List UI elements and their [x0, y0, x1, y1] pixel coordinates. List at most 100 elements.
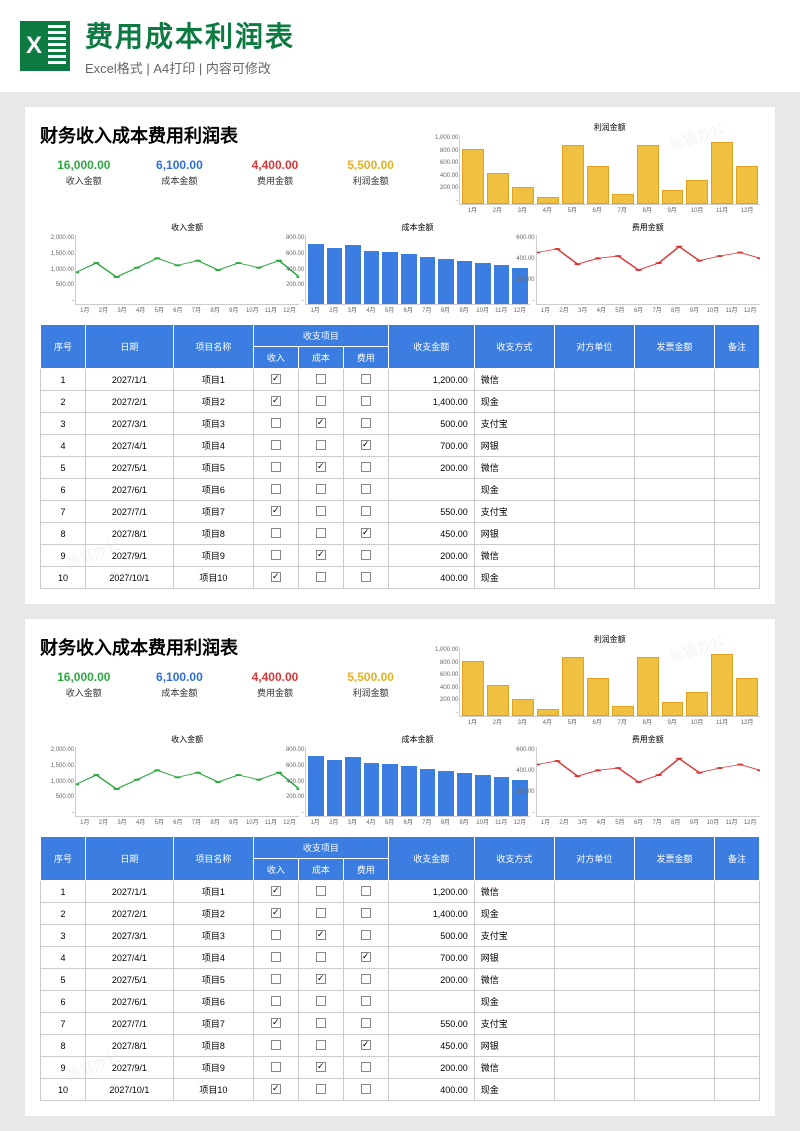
- summary-item: 6,100.00成本金额: [136, 158, 224, 187]
- table-row: 22027/2/1项目21,400.00现金: [41, 391, 760, 413]
- chart-利润金额: 利润金额1,000.00800.00600.00400.00200.00-1月2…: [459, 634, 760, 726]
- checkbox-cost[interactable]: [316, 440, 326, 450]
- sheet-title: 财务收入成本费用利润表: [40, 634, 414, 660]
- checkbox-cost[interactable]: [316, 908, 326, 918]
- chart-收入金额: 收入金额2,000.001,500.001,000.00500.00-1月2月3…: [75, 734, 299, 826]
- checkbox-cost[interactable]: [316, 952, 326, 962]
- summary-item: 4,400.00费用金额: [231, 158, 319, 187]
- checkbox-expense[interactable]: [361, 396, 371, 406]
- checkbox-income[interactable]: [271, 1062, 281, 1072]
- table-row: 42027/4/1项目4700.00网银: [41, 947, 760, 969]
- checkbox-income[interactable]: [271, 1084, 281, 1094]
- spreadsheet-page: 熊猫办公熊猫办公财务收入成本费用利润表16,000.00收入金额6,100.00…: [25, 619, 775, 1116]
- checkbox-cost[interactable]: [316, 1062, 326, 1072]
- checkbox-income[interactable]: [271, 440, 281, 450]
- table-row: 72027/7/1项目7550.00支付宝: [41, 501, 760, 523]
- excel-icon: X: [20, 21, 70, 71]
- checkbox-cost[interactable]: [316, 550, 326, 560]
- checkbox-expense[interactable]: [361, 1040, 371, 1050]
- page-header: X 费用成本利润表 Excel格式 | A4打印 | 内容可修改: [0, 0, 800, 92]
- checkbox-cost[interactable]: [316, 974, 326, 984]
- checkbox-cost[interactable]: [316, 462, 326, 472]
- checkbox-income[interactable]: [271, 930, 281, 940]
- checkbox-cost[interactable]: [316, 1040, 326, 1050]
- data-table: 序号日期项目名称收支项目收支金额收支方式对方单位发票金额备注收入成本费用1202…: [40, 836, 760, 1101]
- checkbox-income[interactable]: [271, 974, 281, 984]
- checkbox-cost[interactable]: [316, 930, 326, 940]
- checkbox-income[interactable]: [271, 418, 281, 428]
- checkbox-expense[interactable]: [361, 506, 371, 516]
- checkbox-income[interactable]: [271, 506, 281, 516]
- checkbox-income[interactable]: [271, 484, 281, 494]
- checkbox-expense[interactable]: [361, 550, 371, 560]
- checkbox-cost[interactable]: [316, 396, 326, 406]
- checkbox-expense[interactable]: [361, 528, 371, 538]
- chart-成本金额: 成本金额800.00600.00400.00200.00-1月2月3月4月5月6…: [305, 222, 529, 314]
- table-row: 52027/5/1项目5200.00微信: [41, 969, 760, 991]
- checkbox-expense[interactable]: [361, 996, 371, 1006]
- checkbox-expense[interactable]: [361, 572, 371, 582]
- table-row: 82027/8/1项目8450.00网银: [41, 523, 760, 545]
- checkbox-expense[interactable]: [361, 440, 371, 450]
- checkbox-expense[interactable]: [361, 952, 371, 962]
- table-row: 62027/6/1项目6现金: [41, 479, 760, 501]
- checkbox-income[interactable]: [271, 396, 281, 406]
- data-table: 序号日期项目名称收支项目收支金额收支方式对方单位发票金额备注收入成本费用1202…: [40, 324, 760, 589]
- table-row: 12027/1/1项目11,200.00微信: [41, 369, 760, 391]
- table-row: 102027/10/1项目10400.00现金: [41, 1079, 760, 1101]
- checkbox-expense[interactable]: [361, 1084, 371, 1094]
- chart-成本金额: 成本金额800.00600.00400.00200.00-1月2月3月4月5月6…: [305, 734, 529, 826]
- summary-item: 4,400.00费用金额: [231, 670, 319, 699]
- table-row: 102027/10/1项目10400.00现金: [41, 567, 760, 589]
- checkbox-expense[interactable]: [361, 462, 371, 472]
- chart-费用金额: 费用金额600.00400.00200.00-1月2月3月4月5月6月7月8月9…: [536, 222, 760, 314]
- checkbox-income[interactable]: [271, 572, 281, 582]
- checkbox-income[interactable]: [271, 374, 281, 384]
- checkbox-expense[interactable]: [361, 908, 371, 918]
- checkbox-cost[interactable]: [316, 1084, 326, 1094]
- summary-item: 5,500.00利润金额: [327, 670, 415, 699]
- summary-item: 16,000.00收入金额: [40, 158, 128, 187]
- checkbox-income[interactable]: [271, 528, 281, 538]
- table-row: 62027/6/1项目6现金: [41, 991, 760, 1013]
- checkbox-expense[interactable]: [361, 974, 371, 984]
- checkbox-income[interactable]: [271, 1040, 281, 1050]
- checkbox-expense[interactable]: [361, 930, 371, 940]
- checkbox-expense[interactable]: [361, 1062, 371, 1072]
- table-row: 92027/9/1项目9200.00微信: [41, 1057, 760, 1079]
- chart-利润金额: 利润金额1,000.00800.00600.00400.00200.00-1月2…: [459, 122, 760, 214]
- table-row: 42027/4/1项目4700.00网银: [41, 435, 760, 457]
- checkbox-cost[interactable]: [316, 418, 326, 428]
- checkbox-expense[interactable]: [361, 418, 371, 428]
- checkbox-income[interactable]: [271, 462, 281, 472]
- checkbox-cost[interactable]: [316, 506, 326, 516]
- chart-费用金额: 费用金额600.00400.00200.00-1月2月3月4月5月6月7月8月9…: [536, 734, 760, 826]
- summary-item: 16,000.00收入金额: [40, 670, 128, 699]
- summary-item: 5,500.00利润金额: [327, 158, 415, 187]
- spreadsheet-page: 熊猫办公熊猫办公财务收入成本费用利润表16,000.00收入金额6,100.00…: [25, 107, 775, 604]
- chart-收入金额: 收入金额2,000.001,500.001,000.00500.00-1月2月3…: [75, 222, 299, 314]
- checkbox-expense[interactable]: [361, 1018, 371, 1028]
- table-row: 32027/3/1项目3500.00支付宝: [41, 925, 760, 947]
- checkbox-income[interactable]: [271, 886, 281, 896]
- header-subtitle: Excel格式 | A4打印 | 内容可修改: [85, 58, 780, 77]
- checkbox-expense[interactable]: [361, 886, 371, 896]
- checkbox-cost[interactable]: [316, 996, 326, 1006]
- checkbox-cost[interactable]: [316, 484, 326, 494]
- checkbox-expense[interactable]: [361, 484, 371, 494]
- checkbox-income[interactable]: [271, 1018, 281, 1028]
- checkbox-cost[interactable]: [316, 572, 326, 582]
- checkbox-cost[interactable]: [316, 374, 326, 384]
- checkbox-cost[interactable]: [316, 528, 326, 538]
- checkbox-cost[interactable]: [316, 886, 326, 896]
- checkbox-income[interactable]: [271, 952, 281, 962]
- checkbox-income[interactable]: [271, 908, 281, 918]
- table-row: 52027/5/1项目5200.00微信: [41, 457, 760, 479]
- table-row: 32027/3/1项目3500.00支付宝: [41, 413, 760, 435]
- checkbox-cost[interactable]: [316, 1018, 326, 1028]
- checkbox-income[interactable]: [271, 550, 281, 560]
- table-row: 12027/1/1项目11,200.00微信: [41, 881, 760, 903]
- table-row: 22027/2/1项目21,400.00现金: [41, 903, 760, 925]
- checkbox-expense[interactable]: [361, 374, 371, 384]
- checkbox-income[interactable]: [271, 996, 281, 1006]
